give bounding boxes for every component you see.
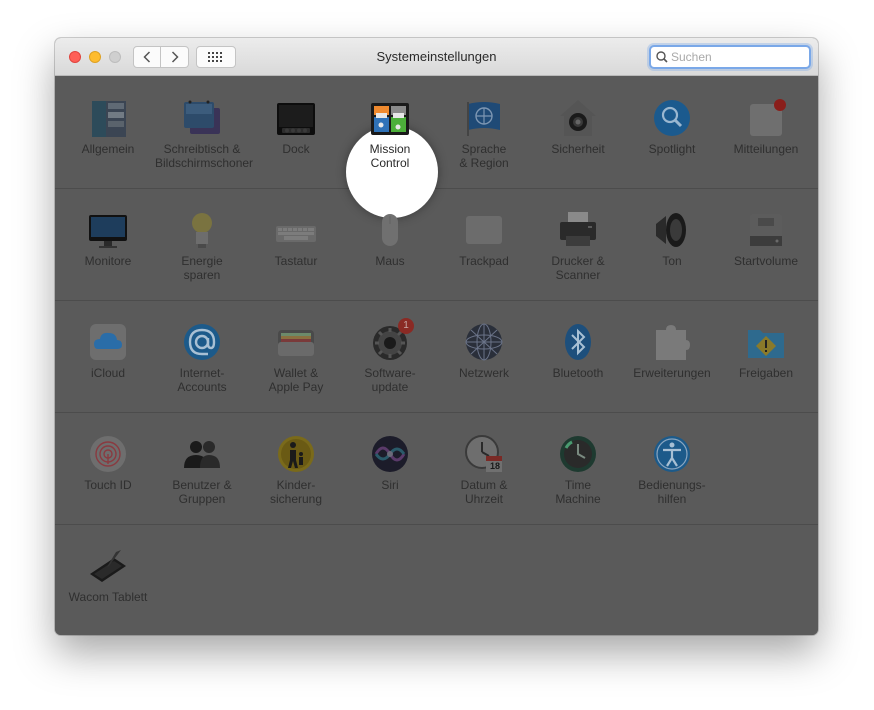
pref-allgemein[interactable]: Allgemein xyxy=(61,98,155,156)
bluetooth-icon xyxy=(558,322,598,362)
pref-softwareupdate[interactable]: 1 Software- update xyxy=(343,318,437,394)
show-all-button[interactable] xyxy=(196,46,236,68)
network-globe-icon xyxy=(464,322,504,362)
pref-ton[interactable]: Ton xyxy=(625,210,719,268)
notifications-icon xyxy=(746,98,786,138)
search-input[interactable] xyxy=(671,50,801,64)
pref-schreibtisch-bildschirmschoner[interactable]: Schreibtisch & Bildschirmschoner xyxy=(155,98,253,170)
row-divider xyxy=(55,412,818,413)
puzzle-piece-icon xyxy=(652,322,692,362)
mouse-icon xyxy=(370,210,410,250)
hard-drive-icon xyxy=(746,210,786,250)
row-divider xyxy=(55,300,818,301)
trackpad-icon xyxy=(464,210,504,250)
gear-update-icon: 1 xyxy=(370,318,414,362)
time-machine-icon xyxy=(558,434,598,474)
pref-sprache-region[interactable]: Sprache & Region xyxy=(437,98,531,170)
pref-bluetooth[interactable]: Bluetooth xyxy=(531,322,625,380)
row-divider xyxy=(55,524,818,525)
spotlight-magnifier-icon xyxy=(652,98,692,138)
clock-calendar-icon: 18 xyxy=(464,434,504,474)
pref-internet-accounts[interactable]: Internet- Accounts xyxy=(155,322,249,394)
pref-tastatur[interactable]: Tastatur xyxy=(249,210,343,268)
pref-energie-sparen[interactable]: Energie sparen xyxy=(155,210,249,282)
icloud-icon xyxy=(88,322,128,362)
general-icon xyxy=(88,98,128,138)
users-icon xyxy=(182,434,222,474)
accessibility-icon xyxy=(652,434,692,474)
pref-wacom-tablett[interactable]: Wacom Tablett xyxy=(61,546,155,604)
parental-controls-icon xyxy=(276,434,316,474)
forward-button[interactable] xyxy=(161,46,189,68)
system-preferences-window: Systemeinstellungen Allgemein Schreibt xyxy=(55,38,818,635)
pref-datum-uhrzeit[interactable]: 18 Datum & Uhrzeit xyxy=(437,434,531,506)
pref-netzwerk[interactable]: Netzwerk xyxy=(437,322,531,380)
minimize-window-button[interactable] xyxy=(89,51,101,63)
speaker-icon xyxy=(652,210,692,250)
preferences-pane-grid: Allgemein Schreibtisch & Bildschirmschon… xyxy=(55,76,818,635)
close-window-button[interactable] xyxy=(69,51,81,63)
pref-maus[interactable]: Maus xyxy=(343,210,437,268)
dock-icon xyxy=(276,98,316,138)
title-bar: Systemeinstellungen xyxy=(55,38,818,76)
security-house-icon xyxy=(558,98,598,138)
display-icon xyxy=(88,210,128,250)
pref-dock[interactable]: Dock xyxy=(249,98,343,156)
window-title: Systemeinstellungen xyxy=(376,49,497,64)
search-field[interactable] xyxy=(649,45,811,69)
grid-icon xyxy=(208,52,222,62)
row-divider xyxy=(55,188,818,189)
pref-monitore[interactable]: Monitore xyxy=(61,210,155,268)
pref-wallet-apple-pay[interactable]: Wallet & Apple Pay xyxy=(249,322,343,394)
search-icon xyxy=(656,51,668,63)
mission-control-icon xyxy=(370,98,410,138)
pref-trackpad[interactable]: Trackpad xyxy=(437,210,531,268)
lightbulb-icon xyxy=(182,210,222,250)
pref-erweiterungen[interactable]: Erweiterungen xyxy=(625,322,719,380)
pref-bedienungshilfen[interactable]: Bedienungs- hilfen xyxy=(625,434,719,506)
language-region-icon xyxy=(464,98,504,138)
keyboard-icon xyxy=(276,210,316,250)
back-button[interactable] xyxy=(133,46,161,68)
wallet-icon xyxy=(276,322,316,362)
chevron-right-icon xyxy=(171,51,179,63)
pref-drucker-scanner[interactable]: Drucker & Scanner xyxy=(531,210,625,282)
pref-mitteilungen[interactable]: Mitteilungen xyxy=(719,98,813,156)
pref-freigaben[interactable]: Freigaben xyxy=(719,322,813,380)
printer-icon xyxy=(558,210,598,250)
pref-benutzer-gruppen[interactable]: Benutzer & Gruppen xyxy=(155,434,249,506)
pref-time-machine[interactable]: Time Machine xyxy=(531,434,625,506)
pref-sicherheit[interactable]: Sicherheit xyxy=(531,98,625,156)
pref-spotlight[interactable]: Spotlight xyxy=(625,98,719,156)
pref-siri[interactable]: Siri xyxy=(343,434,437,492)
siri-icon xyxy=(370,434,410,474)
pref-touch-id[interactable]: Touch ID xyxy=(61,434,155,492)
zoom-window-button[interactable] xyxy=(109,51,121,63)
pref-startvolume[interactable]: Startvolume xyxy=(719,210,813,268)
at-sign-icon xyxy=(182,322,222,362)
chevron-left-icon xyxy=(143,51,151,63)
pref-kindersicherung[interactable]: Kinder- sicherung xyxy=(249,434,343,506)
desktop-screensaver-icon xyxy=(182,98,222,138)
pref-icloud[interactable]: iCloud xyxy=(61,322,155,380)
update-count-badge: 1 xyxy=(398,318,414,334)
fingerprint-icon xyxy=(88,434,128,474)
wacom-tablet-icon xyxy=(88,546,128,586)
sharing-folder-icon xyxy=(746,322,786,362)
calendar-day: 18 xyxy=(489,461,500,471)
pref-mission-control[interactable]: Mission Control xyxy=(343,98,437,170)
